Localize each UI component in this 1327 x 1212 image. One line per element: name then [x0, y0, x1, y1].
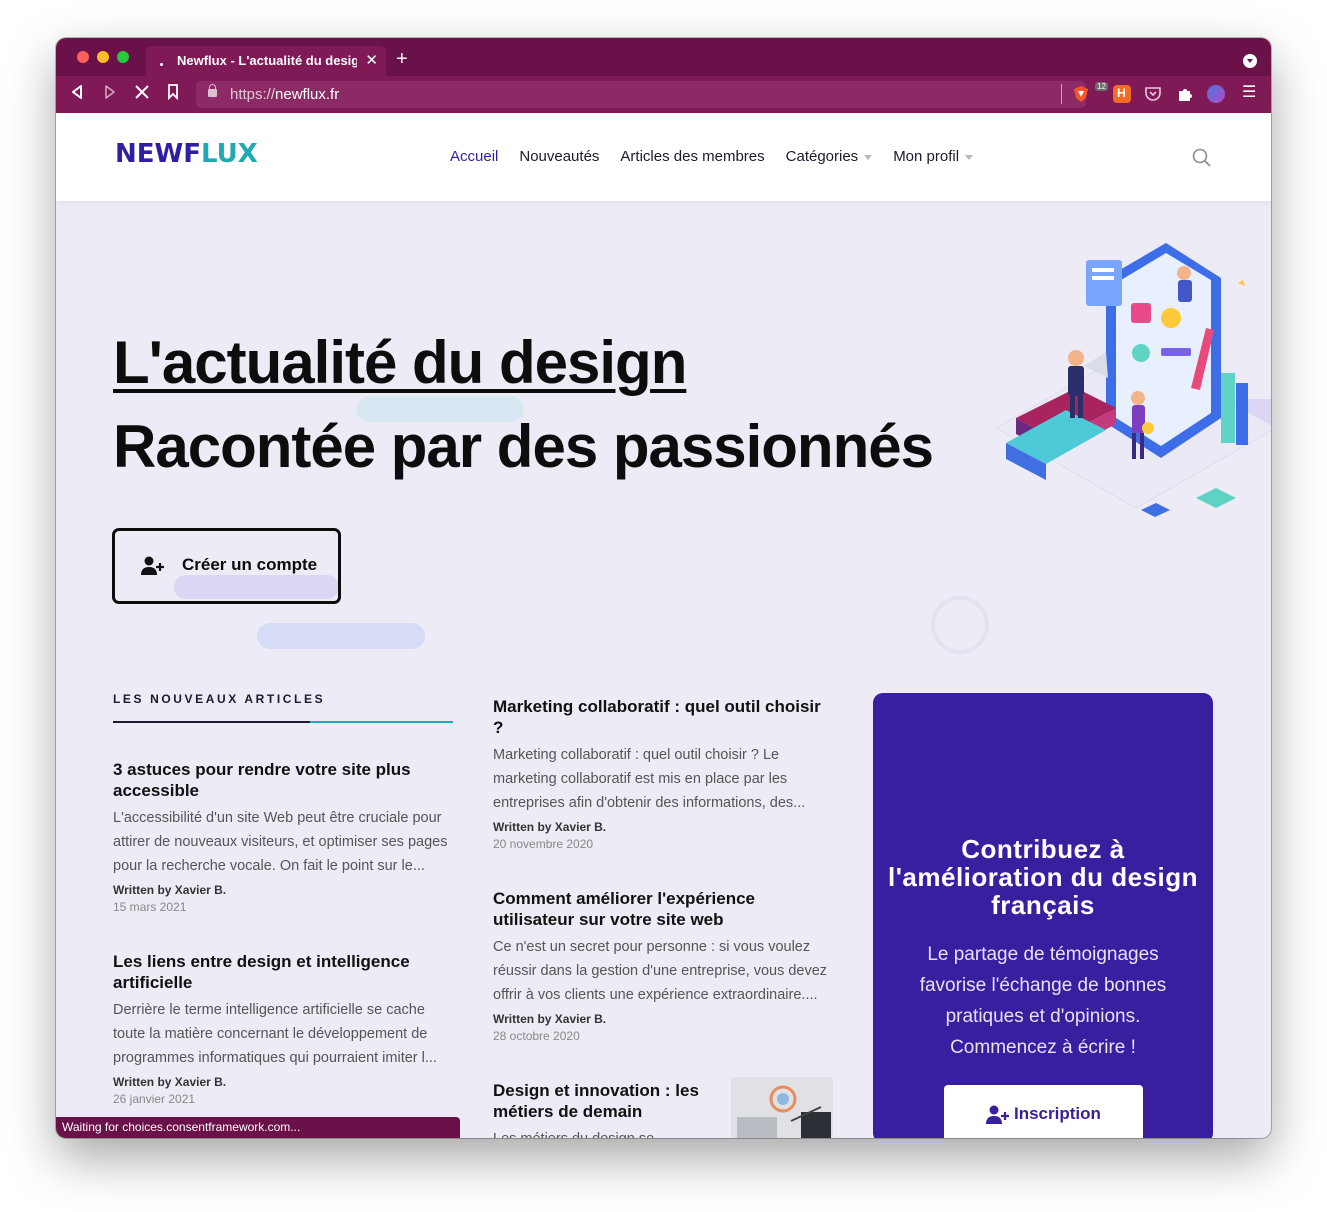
panel-text: Le partage de témoignages favorise l'éch… [919, 944, 1167, 1058]
create-account-label: Créer un compte [182, 555, 318, 574]
nav-item-mon-profil[interactable]: Mon profil [893, 148, 974, 165]
profile-avatar-icon[interactable] [1207, 85, 1225, 103]
toolbar-divider [1061, 84, 1062, 104]
nav-item-articles-membres[interactable]: Articles des membres [620, 148, 764, 165]
search-icon[interactable] [1192, 148, 1212, 168]
panel-title: Contribuez à l'amélioration du design fr… [888, 834, 1198, 920]
article-date: 26 janvier 2021 [113, 1092, 196, 1106]
contribute-panel: Contribuez à l'amélioration du design fr… [873, 693, 1213, 1138]
forward-icon [105, 85, 115, 99]
nav-item-nouveautes[interactable]: Nouveautés [519, 148, 599, 165]
article-title[interactable]: Comment améliorer l'expérience utilisate… [493, 888, 833, 930]
hero-subtitle: Racontée par des passionnés [113, 413, 934, 480]
loading-icon [160, 63, 163, 66]
close-window-button[interactable] [77, 51, 89, 63]
stop-loading-button[interactable] [134, 84, 150, 106]
browser-tab-bar: Newflux - L'actualité du design ✕ + [56, 38, 1271, 76]
article-date: 20 novembre 2020 [493, 837, 594, 851]
tab-list-button[interactable] [1243, 54, 1257, 68]
chevron-down-icon [965, 154, 974, 160]
stop-icon [135, 85, 149, 99]
article-title[interactable]: 3 astuces pour rendre votre site plus ac… [113, 759, 453, 801]
article-card[interactable]: Comment améliorer l'expérience utilisate… [493, 888, 833, 1043]
shield-count-badge: 12 [1095, 82, 1108, 91]
article-card[interactable]: Marketing collaboratif : quel outil choi… [493, 696, 833, 851]
minimize-window-button[interactable] [97, 51, 109, 63]
article-author: Written by Xavier B. [493, 820, 607, 834]
article-title[interactable]: Design et innovation : les métiers de de… [493, 1080, 718, 1122]
hero-illustration [994, 243, 1271, 517]
article-excerpt: Marketing collaboratif : quel outil choi… [493, 747, 806, 811]
back-button[interactable] [70, 84, 84, 106]
tab-title: Newflux - L'actualité du design [177, 53, 357, 68]
new-tab-button[interactable]: + [396, 49, 408, 69]
add-user-icon [986, 1105, 1009, 1124]
browser-status-bar: Waiting for choices.consentframework.com… [56, 1117, 460, 1138]
article-title[interactable]: Marketing collaboratif : quel outil choi… [493, 696, 833, 738]
nav-item-categories[interactable]: Catégories [786, 148, 873, 165]
article-excerpt: L'accessibilité d'un site Web peut être … [113, 810, 448, 874]
browser-toolbar: https://newflux.fr 12 H ☰ [56, 76, 1271, 113]
signup-button[interactable]: Inscription [944, 1085, 1143, 1138]
lock-icon [208, 84, 217, 97]
extensions-puzzle-icon[interactable] [1176, 85, 1194, 103]
forward-button[interactable] [103, 84, 117, 106]
nav-item-accueil[interactable]: Accueil [450, 148, 498, 165]
section-divider [113, 721, 453, 723]
decorative-circle [931, 596, 989, 654]
article-excerpt: Ce n'est un secret pour personne : si vo… [493, 939, 828, 1003]
add-user-icon [141, 556, 164, 575]
article-card[interactable]: Les liens entre design et intelligence a… [113, 951, 453, 1106]
url-text[interactable]: https://newflux.fr [230, 86, 339, 103]
menu-icon[interactable]: ☰ [1242, 83, 1256, 103]
article-author: Written by Xavier B. [113, 883, 227, 897]
bookmark-button[interactable] [167, 84, 179, 106]
status-text: Waiting for choices.consentframework.com… [62, 1120, 301, 1134]
article-date: 15 mars 2021 [113, 900, 187, 914]
back-icon [72, 85, 82, 99]
brave-shield-icon[interactable] [1072, 85, 1090, 103]
article-thumbnail[interactable] [731, 1077, 833, 1138]
article-author: Written by Xavier B. [113, 1075, 227, 1089]
chevron-down-icon [864, 154, 873, 160]
main-nav: Accueil Nouveautés Articles des membres … [450, 148, 994, 165]
article-excerpt: Derrière le terme intelligence artificie… [113, 1002, 437, 1066]
browser-window: Newflux - L'actualité du design ✕ + http… [56, 38, 1271, 1138]
zoom-window-button[interactable] [117, 51, 129, 63]
pocket-icon[interactable] [1144, 85, 1162, 103]
article-card[interactable]: Design et innovation : les métiers de de… [493, 1080, 718, 1138]
article-date: 28 octobre 2020 [493, 1029, 580, 1043]
tab-close-icon[interactable]: ✕ [365, 51, 378, 69]
signup-label: Inscription [1014, 1104, 1101, 1123]
article-title[interactable]: Les liens entre design et intelligence a… [113, 951, 453, 993]
honey-extension-icon[interactable]: H [1113, 85, 1131, 103]
article-card[interactable]: 3 astuces pour rendre votre site plus ac… [113, 759, 453, 914]
site-logo[interactable]: NEWFLUX [115, 139, 258, 169]
site-header: NEWFLUX Accueil Nouveautés Articles des … [56, 113, 1271, 201]
decorative-blob [257, 623, 425, 649]
bookmark-icon [168, 84, 178, 101]
section-title: LES NOUVEAUX ARTICLES [113, 692, 326, 706]
browser-tab[interactable]: Newflux - L'actualité du design ✕ [146, 46, 386, 76]
article-author: Written by Xavier B. [493, 1012, 607, 1026]
address-bar[interactable]: https://newflux.fr [196, 81, 1086, 108]
article-excerpt: Les métiers du design se [493, 1127, 718, 1138]
hero-title: L'actualité du design [113, 329, 687, 396]
create-account-button[interactable]: Créer un compte [112, 528, 341, 604]
